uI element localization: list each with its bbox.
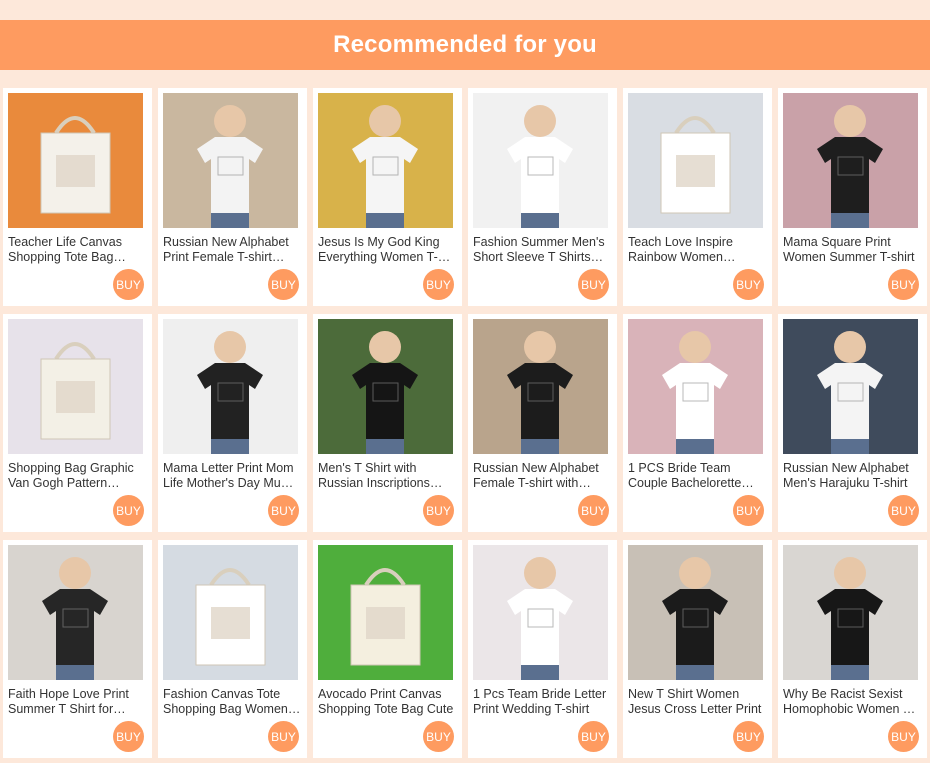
product-title[interactable]: Men's T Shirt with Russian Inscriptions …	[318, 461, 456, 491]
buy-button[interactable]: BUY	[888, 721, 919, 752]
product-card[interactable]: 1 Pcs Team Bride Letter Print Wedding T-…	[468, 540, 617, 758]
product-title[interactable]: Avocado Print Canvas Shopping Tote Bag C…	[318, 687, 456, 717]
product-card[interactable]: Avocado Print Canvas Shopping Tote Bag C…	[313, 540, 462, 758]
product-card[interactable]: Teacher Life Canvas Shopping Tote Bag Wo…	[3, 88, 152, 306]
buy-button[interactable]: BUY	[733, 495, 764, 526]
product-title[interactable]: Fashion Summer Men's Short Sleeve T Shir…	[473, 235, 611, 265]
product-grid: Teacher Life Canvas Shopping Tote Bag Wo…	[3, 88, 927, 758]
product-image[interactable]	[473, 319, 608, 454]
product-title[interactable]: 1 Pcs Team Bride Letter Print Wedding T-…	[473, 687, 611, 717]
product-image[interactable]	[783, 319, 918, 454]
buy-button[interactable]: BUY	[733, 269, 764, 300]
product-image[interactable]	[628, 319, 763, 454]
product-image[interactable]	[473, 93, 608, 228]
product-card[interactable]: New T Shirt Women Jesus Cross Letter Pri…	[623, 540, 772, 758]
product-image[interactable]	[783, 545, 918, 680]
product-card[interactable]: Shopping Bag Graphic Van Gogh Pattern Ca…	[3, 314, 152, 532]
product-title[interactable]: Russian New Alphabet Female T-shirt with…	[473, 461, 611, 491]
buy-button[interactable]: BUY	[423, 495, 454, 526]
product-image[interactable]	[783, 93, 918, 228]
product-title[interactable]: Faith Hope Love Print Summer T Shirt for…	[8, 687, 146, 717]
product-image[interactable]	[318, 93, 453, 228]
buy-button[interactable]: BUY	[268, 721, 299, 752]
product-image[interactable]	[163, 93, 298, 228]
product-image[interactable]	[163, 319, 298, 454]
product-title[interactable]: Mama Square Print Women Summer T-shirt	[783, 235, 921, 265]
buy-button[interactable]: BUY	[113, 495, 144, 526]
product-image[interactable]	[318, 319, 453, 454]
product-card[interactable]: Faith Hope Love Print Summer T Shirt for…	[3, 540, 152, 758]
product-title[interactable]: Mama Letter Print Mom Life Mother's Day …	[163, 461, 301, 491]
product-image[interactable]	[628, 93, 763, 228]
product-card[interactable]: Russian New Alphabet Print Female T-shir…	[158, 88, 307, 306]
product-title[interactable]: New T Shirt Women Jesus Cross Letter Pri…	[628, 687, 766, 717]
product-title[interactable]: Fashion Canvas Tote Shopping Bag Women L…	[163, 687, 301, 717]
buy-button[interactable]: BUY	[268, 495, 299, 526]
product-title[interactable]: Russian New Alphabet Men's Harajuku T-sh…	[783, 461, 921, 491]
product-image[interactable]	[473, 545, 608, 680]
product-card[interactable]: Fashion Canvas Tote Shopping Bag Women L…	[158, 540, 307, 758]
product-title[interactable]: 1 PCS Bride Team Couple Bachelorette Par…	[628, 461, 766, 491]
product-card[interactable]: Russian New Alphabet Men's Harajuku T-sh…	[778, 314, 927, 532]
product-title[interactable]: Russian New Alphabet Print Female T-shir…	[163, 235, 301, 265]
product-image[interactable]	[8, 319, 143, 454]
product-image[interactable]	[318, 545, 453, 680]
product-title[interactable]: Jesus Is My God King Everything Women T-…	[318, 235, 456, 265]
product-title[interactable]: Teach Love Inspire Rainbow Women Shoppin…	[628, 235, 766, 265]
product-card[interactable]: Mama Square Print Women Summer T-shirt BU…	[778, 88, 927, 306]
product-card[interactable]: Fashion Summer Men's Short Sleeve T Shir…	[468, 88, 617, 306]
product-card[interactable]: Why Be Racist Sexist Homophobic Women T-…	[778, 540, 927, 758]
buy-button[interactable]: BUY	[113, 269, 144, 300]
buy-button[interactable]: BUY	[888, 269, 919, 300]
product-card[interactable]: Russian New Alphabet Female T-shirt with…	[468, 314, 617, 532]
product-card[interactable]: 1 PCS Bride Team Couple Bachelorette Par…	[623, 314, 772, 532]
buy-button[interactable]: BUY	[423, 269, 454, 300]
buy-button[interactable]: BUY	[423, 721, 454, 752]
product-image[interactable]	[628, 545, 763, 680]
buy-button[interactable]: BUY	[578, 495, 609, 526]
buy-button[interactable]: BUY	[888, 495, 919, 526]
product-image[interactable]	[8, 545, 143, 680]
product-title[interactable]: Why Be Racist Sexist Homophobic Women T-…	[783, 687, 921, 717]
buy-button[interactable]: BUY	[578, 721, 609, 752]
buy-button[interactable]: BUY	[113, 721, 144, 752]
buy-button[interactable]: BUY	[733, 721, 764, 752]
buy-button[interactable]: BUY	[268, 269, 299, 300]
product-card[interactable]: Teach Love Inspire Rainbow Women Shoppin…	[623, 88, 772, 306]
buy-button[interactable]: BUY	[578, 269, 609, 300]
product-image[interactable]	[163, 545, 298, 680]
product-card[interactable]: Mama Letter Print Mom Life Mother's Day …	[158, 314, 307, 532]
product-title[interactable]: Teacher Life Canvas Shopping Tote Bag Wo…	[8, 235, 146, 265]
section-title: Recommended for you	[333, 31, 597, 58]
product-image[interactable]	[8, 93, 143, 228]
product-card[interactable]: Men's T Shirt with Russian Inscriptions …	[313, 314, 462, 532]
product-title[interactable]: Shopping Bag Graphic Van Gogh Pattern Ca…	[8, 461, 146, 491]
recommended-header: Recommended for you	[0, 20, 930, 70]
product-card[interactable]: Jesus Is My God King Everything Women T-…	[313, 88, 462, 306]
